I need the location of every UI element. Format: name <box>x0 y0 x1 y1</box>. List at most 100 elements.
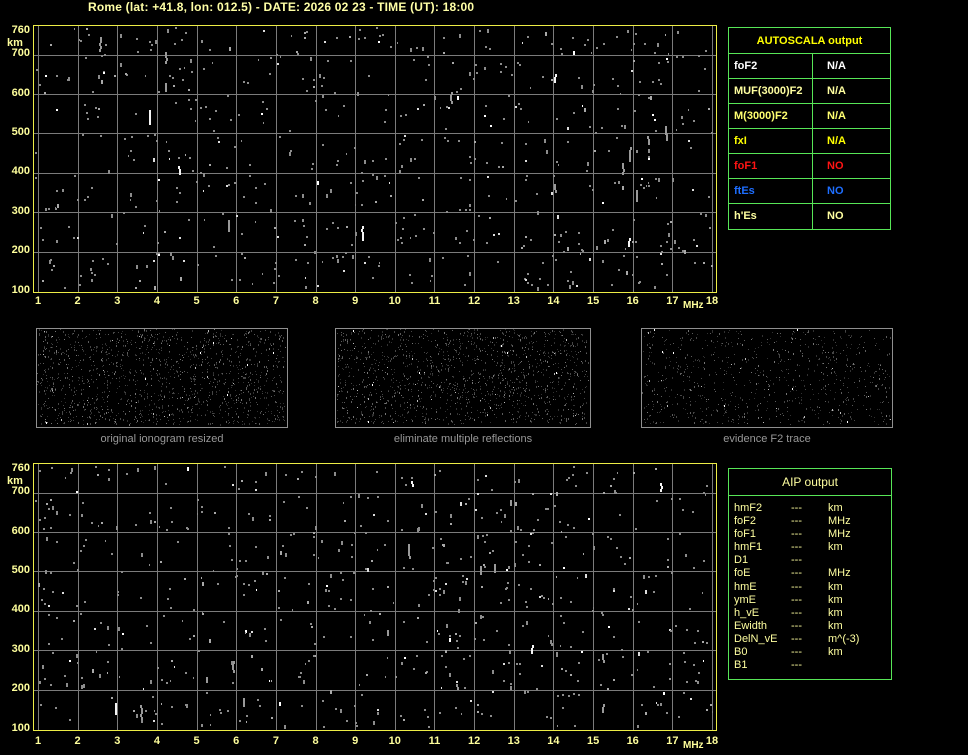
aip-row-fof1: foF1 --- MHz <box>729 528 891 541</box>
xtick-label-top-17: 17 <box>666 295 679 307</box>
xtick-label-top-16: 16 <box>626 295 639 307</box>
parameter-name: B1 <box>734 659 748 672</box>
parameter-name: B0 <box>734 646 748 659</box>
aip-row-ewidth: Ewidth --- km <box>729 620 891 633</box>
parameter-unit: km <box>828 593 843 606</box>
xtick-label-top-13: 13 <box>507 295 520 307</box>
parameter-name: M(3000)F2 <box>729 104 813 128</box>
parameter-value: N/A <box>827 85 846 97</box>
parameter-name: h'Es <box>729 204 813 229</box>
parameter-value: --- <box>791 659 802 672</box>
xtick-label-bottom-12: 12 <box>467 735 481 747</box>
xtick-label-bottom-1: 1 <box>34 735 42 747</box>
ytick-label-top-200: 200 <box>11 244 30 257</box>
parameter-value: --- <box>791 593 802 606</box>
parameter-unit: MHz <box>828 528 851 541</box>
xtick-label-bottom-15: 15 <box>586 735 600 747</box>
parameter-unit <box>828 659 891 672</box>
thumbnail-original-ionogram <box>36 328 288 428</box>
thumbnail-evidence-f2 <box>641 328 893 428</box>
parameter-value: NO <box>827 160 844 172</box>
parameter-value: --- <box>791 567 802 580</box>
xtick-label-top-2: 2 <box>74 295 81 307</box>
xtick-label-top-18: 18 <box>705 295 719 307</box>
xtick-label-top-10: 10 <box>388 295 401 307</box>
autoscala-row-fof2: foF2 N/A <box>729 54 890 79</box>
parameter-name: foE <box>734 567 751 580</box>
parameter-name: D1 <box>734 554 749 567</box>
parameter-value: N/A <box>827 135 846 147</box>
xtick-label-bottom-8: 8 <box>312 735 319 747</box>
parameter-name: foF1 <box>734 528 757 541</box>
parameter-value: NO <box>827 185 844 197</box>
autoscala-row-fxi: fxI N/A <box>729 129 890 154</box>
parameter-value: --- <box>791 606 802 619</box>
xtick-label-bottom-5: 5 <box>193 735 200 747</box>
parameter-name: hmF2 <box>734 502 763 514</box>
parameter-value: N/A <box>827 110 846 122</box>
xtick-label-bottom-9: 9 <box>352 735 359 747</box>
thumbnail-caption-original: original ionogram resized <box>100 433 224 445</box>
thumbnail-canvas-original <box>37 329 286 426</box>
thumbnail-canvas-reflections <box>337 329 589 425</box>
ytick-label-top-400: 400 <box>11 165 30 178</box>
autoscala-output-table: AUTOSCALA output foF2 N/A MUF(3000)F2 N/A M(… <box>728 27 891 230</box>
y-axis-unit-top: km <box>7 37 23 49</box>
parameter-value: --- <box>791 554 802 567</box>
autoscala-row-muf3000f2: MUF(3000)F2 N/A <box>729 79 890 104</box>
parameter-unit: km <box>828 646 843 659</box>
ytick-label-top-100: 100 <box>11 283 30 296</box>
parameter-value: --- <box>791 515 802 528</box>
aip-row-delnve: DelN_vE --- m^(-3) <box>729 633 891 646</box>
parameter-unit: MHz <box>828 515 851 528</box>
xtick-label-bottom-17: 17 <box>666 735 679 747</box>
parameter-value: NO <box>827 210 844 222</box>
autoscala-window: Rome (lat: +41.8, lon: 012.5) - DATE: 20… <box>0 0 968 755</box>
parameter-value: --- <box>791 646 802 659</box>
ytick-label-bottom-300: 300 <box>11 642 30 655</box>
xtick-label-bottom-7: 7 <box>272 735 279 747</box>
parameter-value: --- <box>791 619 802 632</box>
parameter-name: ftEs <box>729 179 813 203</box>
ytick-label-top-760: 760 <box>11 23 30 36</box>
parameter-name: foF1 <box>729 154 813 178</box>
parameter-value: --- <box>791 528 802 541</box>
aip-row-hmf2: hmF2 --- km <box>729 502 891 515</box>
ytick-label-bottom-760: 760 <box>11 461 30 474</box>
autoscala-row-hes: h'Es NO <box>729 204 890 229</box>
thumbnail-caption-reflections: eliminate multiple reflections <box>393 433 533 445</box>
autoscala-row-m3000f2: M(3000)F2 N/A <box>729 104 890 129</box>
xtick-label-top-11: 11 <box>428 295 441 307</box>
xtick-label-top-9: 9 <box>352 295 359 307</box>
xtick-label-top-14: 14 <box>547 295 560 307</box>
parameter-name: hmF1 <box>734 541 763 554</box>
parameter-name: hmE <box>734 580 757 593</box>
parameter-value: --- <box>791 541 802 554</box>
aip-row-fof2: foF2 --- MHz <box>729 515 891 528</box>
parameter-value: --- <box>791 502 802 514</box>
ionogram-plot-top <box>33 25 717 293</box>
xtick-label-top-6: 6 <box>233 295 240 307</box>
xtick-label-top-15: 15 <box>586 295 600 307</box>
aip-row-hme: hmE --- km <box>729 581 891 594</box>
xtick-label-top-7: 7 <box>272 295 279 307</box>
ytick-label-top-700: 700 <box>11 47 30 60</box>
parameter-name: h_vE <box>734 606 760 619</box>
ionogram-canvas-bottom <box>34 464 716 730</box>
parameter-name: ymE <box>734 593 756 606</box>
y-axis-unit-bottom: km <box>7 475 23 487</box>
ytick-label-bottom-200: 200 <box>11 682 30 695</box>
parameter-name: fxI <box>729 129 813 153</box>
parameter-unit: km <box>828 619 843 632</box>
parameter-name: MUF(3000)F2 <box>729 79 813 103</box>
ytick-label-bottom-100: 100 <box>11 721 30 734</box>
xtick-label-top-3: 3 <box>114 295 121 307</box>
parameter-unit: km <box>828 502 843 514</box>
ytick-label-bottom-700: 700 <box>11 485 30 498</box>
parameter-unit: m^(-3) <box>828 632 860 645</box>
xtick-label-top-12: 12 <box>467 295 481 307</box>
xtick-label-top-8: 8 <box>312 295 319 307</box>
aip-row-d1: D1 --- <box>729 554 891 567</box>
xtick-label-top-4: 4 <box>153 295 160 307</box>
ytick-label-top-500: 500 <box>11 125 30 138</box>
